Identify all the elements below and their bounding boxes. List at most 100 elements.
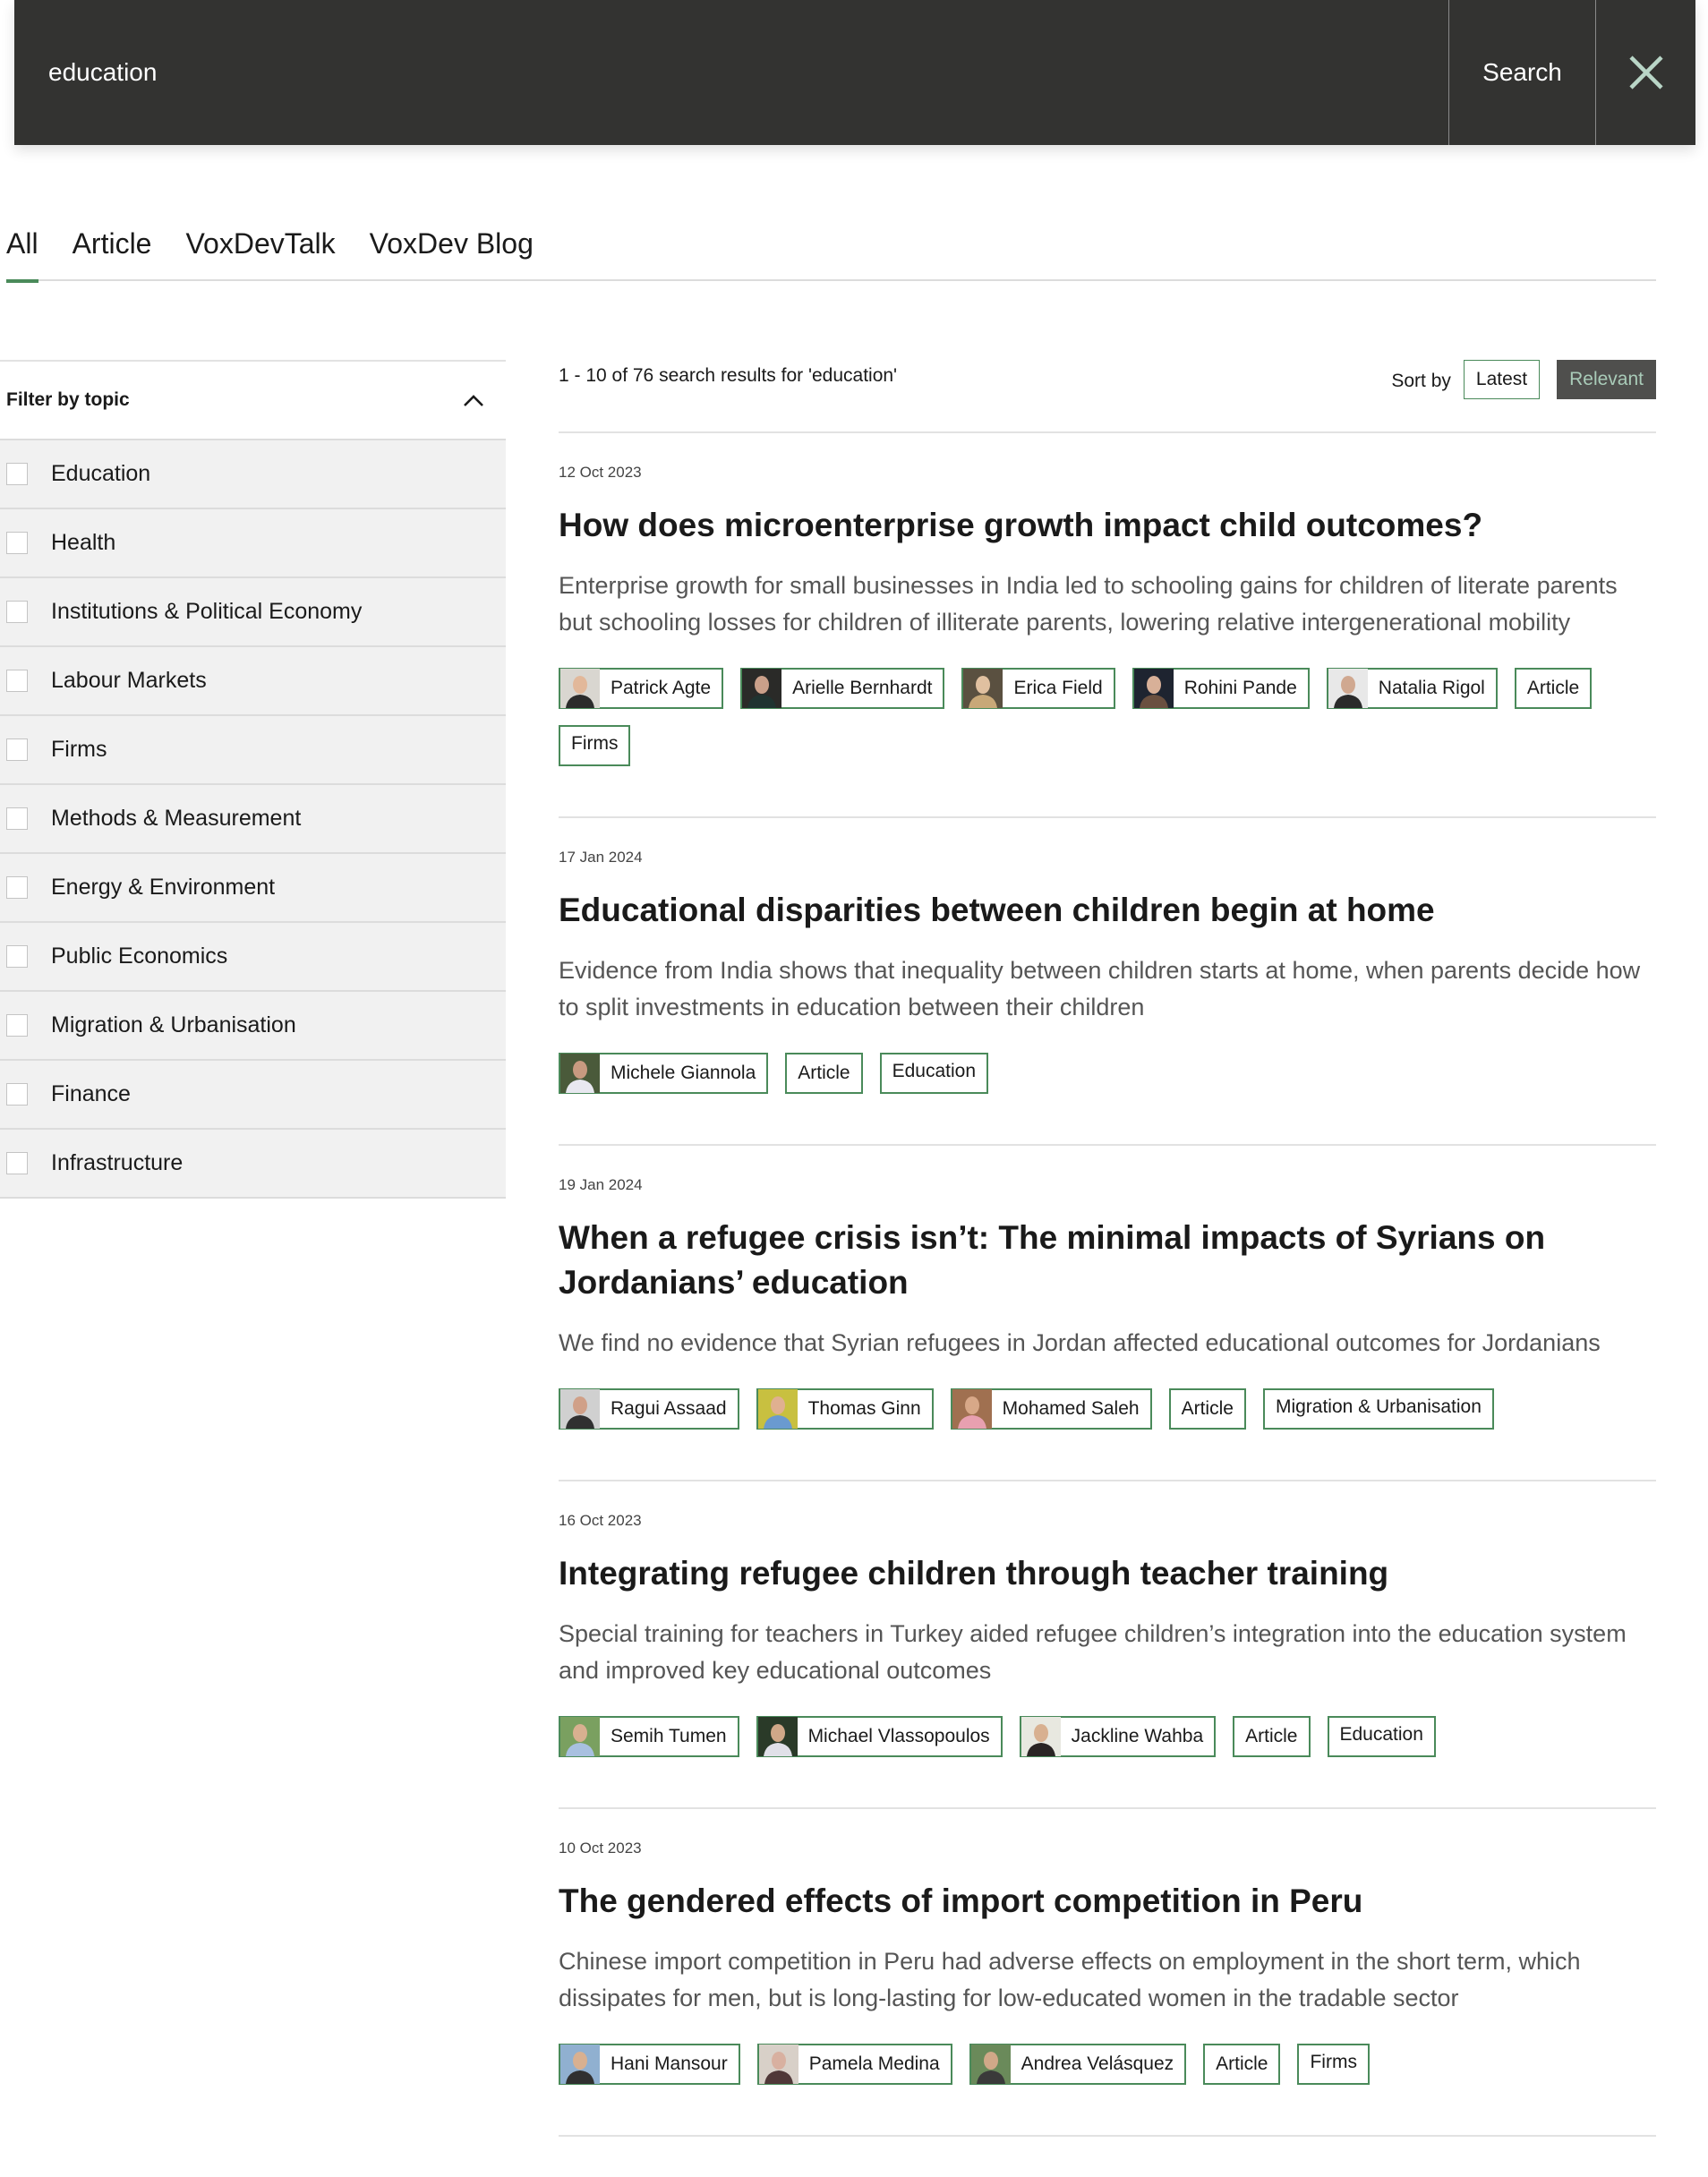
topic-checkbox[interactable] bbox=[6, 1083, 28, 1106]
search-button[interactable]: Search bbox=[1448, 0, 1595, 145]
author-avatar bbox=[970, 2045, 1011, 2084]
tab-article[interactable]: Article bbox=[73, 224, 152, 281]
content-type-tag[interactable]: Article bbox=[1233, 1716, 1311, 1757]
author-avatar bbox=[963, 669, 1003, 708]
topic-filter-item[interactable]: Infrastructure bbox=[0, 1130, 506, 1199]
author-name: Semih Tumen bbox=[611, 1726, 727, 1746]
author-tag[interactable]: Michele Giannola bbox=[559, 1053, 769, 1094]
author-name: Jackline Wahba bbox=[1071, 1726, 1204, 1746]
author-avatar bbox=[1021, 1717, 1061, 1756]
content-type-tag[interactable]: Article bbox=[785, 1053, 863, 1094]
topic-filter-item[interactable]: Migration & Urbanisation bbox=[0, 992, 506, 1061]
author-avatar bbox=[742, 669, 782, 708]
topic-label: Education bbox=[51, 461, 151, 486]
tag-label: Firms bbox=[1310, 2052, 1357, 2072]
tag-label: Article bbox=[1526, 678, 1580, 698]
topic-checkbox[interactable] bbox=[6, 807, 28, 830]
topic-label: Labour Markets bbox=[51, 668, 207, 693]
topic-tag[interactable]: Firms bbox=[1297, 2044, 1370, 2085]
search-result: 12 Oct 2023 How does microenterprise grow… bbox=[559, 433, 1656, 818]
close-search-button[interactable] bbox=[1595, 0, 1695, 145]
search-input[interactable] bbox=[14, 0, 1448, 145]
topic-filter-item[interactable]: Firms bbox=[0, 716, 506, 785]
author-avatar bbox=[757, 1717, 798, 1756]
content-type-tag[interactable]: Article bbox=[1203, 2044, 1281, 2085]
result-description: Evidence from India shows that inequalit… bbox=[559, 957, 1641, 1020]
result-date: 10 Oct 2023 bbox=[559, 1840, 642, 1857]
tab-all[interactable]: All bbox=[6, 224, 38, 283]
topic-filter-item[interactable]: Education bbox=[0, 440, 506, 509]
author-avatar bbox=[560, 1717, 600, 1756]
author-tag[interactable]: Pamela Medina bbox=[756, 2044, 952, 2085]
author-name: Michael Vlassopoulos bbox=[807, 1726, 990, 1746]
tab-voxdevtalk[interactable]: VoxDevTalk bbox=[185, 224, 335, 281]
sort-latest-button[interactable]: Latest bbox=[1463, 360, 1541, 399]
author-tag[interactable]: Thomas Ginn bbox=[756, 1388, 934, 1430]
search-result: 17 Jan 2024 Educational disparities betwe… bbox=[559, 818, 1656, 1146]
topic-checkbox[interactable] bbox=[6, 876, 28, 899]
topic-tag[interactable]: Education bbox=[879, 1053, 989, 1094]
author-name: Erica Field bbox=[1013, 678, 1103, 698]
result-tags: Hani Mansour Pamela Medina Andrea Velásque… bbox=[559, 2044, 1656, 2085]
topic-checkbox[interactable] bbox=[6, 1014, 28, 1037]
content-type-tag[interactable]: Article bbox=[1168, 1388, 1246, 1430]
topic-filter-item[interactable]: Public Economics bbox=[0, 923, 506, 992]
author-avatar bbox=[758, 2045, 798, 2084]
filter-header[interactable]: Filter by topic bbox=[0, 360, 506, 439]
author-name: Ragui Assaad bbox=[611, 1398, 727, 1419]
topic-checkbox[interactable] bbox=[6, 532, 28, 554]
tag-label: Article bbox=[1216, 2053, 1268, 2074]
result-tags: Semih Tumen Michael Vlassopoulos Jackline … bbox=[559, 1716, 1656, 1757]
topic-filter-item[interactable]: Energy & Environment bbox=[0, 854, 506, 923]
topic-label: Methods & Measurement bbox=[51, 806, 302, 831]
author-tag[interactable]: Michael Vlassopoulos bbox=[756, 1716, 1003, 1757]
topic-filter-item[interactable]: Institutions & Political Economy bbox=[0, 578, 506, 647]
author-avatar bbox=[560, 2045, 600, 2084]
author-tag[interactable]: Ragui Assaad bbox=[559, 1388, 739, 1430]
author-tag[interactable]: Hani Mansour bbox=[559, 2044, 740, 2085]
result-description: We find no evidence that Syrian refugees… bbox=[559, 1329, 1601, 1356]
topic-filter-item[interactable]: Finance bbox=[0, 1061, 506, 1130]
topic-filter-item[interactable]: Health bbox=[0, 509, 506, 578]
result-title-link[interactable]: How does microenterprise growth impact c… bbox=[559, 503, 1656, 548]
result-tags: Michele Giannola Article Education bbox=[559, 1053, 1656, 1094]
topic-checkbox[interactable] bbox=[6, 1152, 28, 1174]
author-tag[interactable]: Semih Tumen bbox=[559, 1716, 739, 1757]
topic-filter-item[interactable]: Methods & Measurement bbox=[0, 785, 506, 854]
content-type-tabs: All Article VoxDevTalk VoxDev Blog bbox=[6, 224, 1656, 283]
result-title-link[interactable]: Integrating refugee children through tea… bbox=[559, 1551, 1656, 1596]
author-tag[interactable]: Andrea Velásquez bbox=[969, 2044, 1187, 2085]
chevron-up-icon[interactable] bbox=[463, 393, 484, 407]
topic-checkbox[interactable] bbox=[6, 670, 28, 692]
topic-tag[interactable]: Migration & Urbanisation bbox=[1262, 1388, 1494, 1430]
author-tag[interactable]: Erica Field bbox=[961, 668, 1115, 709]
sort-relevant-button[interactable]: Relevant bbox=[1557, 360, 1656, 399]
topic-filter-item[interactable]: Labour Markets bbox=[0, 647, 506, 716]
content-type-tag[interactable]: Article bbox=[1514, 668, 1593, 709]
result-title-link[interactable]: When a refugee crisis isn’t: The minimal… bbox=[559, 1216, 1656, 1305]
author-tag[interactable]: Natalia Rigol bbox=[1326, 668, 1498, 709]
author-tag[interactable]: Jackline Wahba bbox=[1019, 1716, 1217, 1757]
topic-tag[interactable]: Firms bbox=[559, 725, 631, 766]
author-tag[interactable]: Patrick Agte bbox=[559, 668, 724, 709]
topic-label: Migration & Urbanisation bbox=[51, 1012, 296, 1037]
tab-voxdev-blog[interactable]: VoxDev Blog bbox=[370, 224, 534, 281]
result-title-link[interactable]: Educational disparities between children… bbox=[559, 888, 1656, 933]
result-date: 12 Oct 2023 bbox=[559, 464, 642, 481]
result-description: Chinese import competition in Peru had a… bbox=[559, 1948, 1581, 2011]
result-description: Enterprise growth for small businesses i… bbox=[559, 572, 1618, 636]
author-tag[interactable]: Arielle Bernhardt bbox=[740, 668, 945, 709]
topic-checkbox[interactable] bbox=[6, 463, 28, 485]
search-result: 16 Oct 2023 Integrating refugee children … bbox=[559, 1481, 1656, 1809]
topic-tag[interactable]: Education bbox=[1327, 1716, 1436, 1757]
result-title-link[interactable]: The gendered effects of import competiti… bbox=[559, 1879, 1656, 1924]
topic-checkbox[interactable] bbox=[6, 945, 28, 968]
author-tag[interactable]: Mohamed Saleh bbox=[950, 1388, 1152, 1430]
topic-label: Health bbox=[51, 530, 116, 555]
topic-checkbox[interactable] bbox=[6, 738, 28, 761]
author-tag[interactable]: Rohini Pande bbox=[1132, 668, 1310, 709]
topic-list: Education Health Institutions & Political … bbox=[0, 439, 506, 1199]
result-tags: Ragui Assaad Thomas Ginn Mohamed Saleh Arti… bbox=[559, 1388, 1656, 1430]
topic-checkbox[interactable] bbox=[6, 601, 28, 623]
result-tags: Patrick Agte Arielle Bernhardt Erica Field… bbox=[559, 668, 1656, 766]
